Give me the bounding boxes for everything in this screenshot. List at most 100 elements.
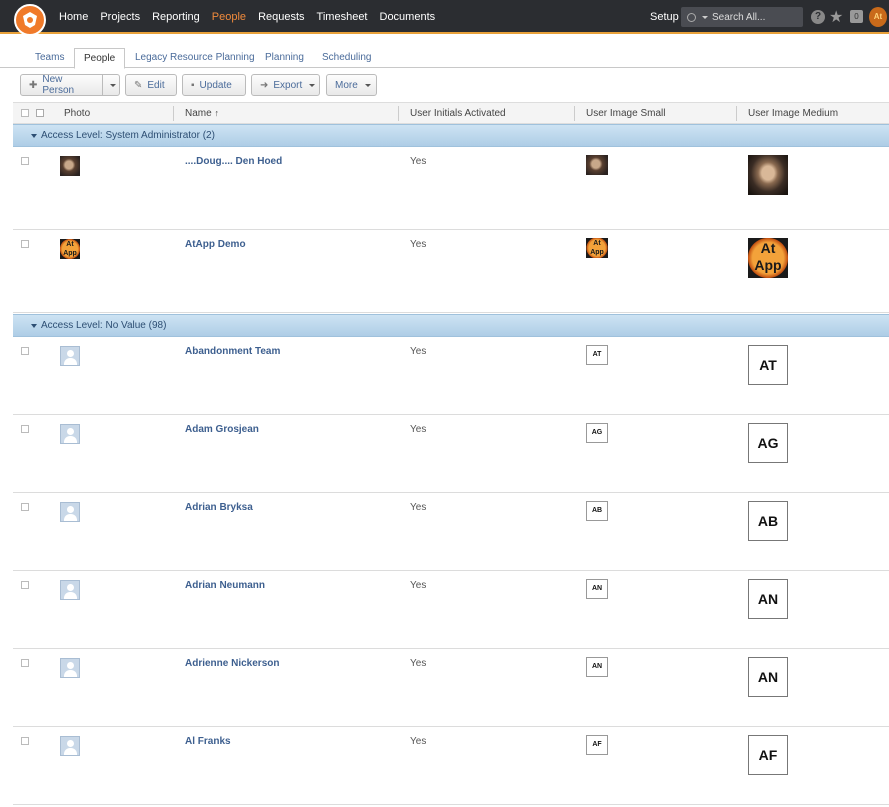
- table-row[interactable]: At App AtApp Demo Yes At App At App: [13, 230, 889, 313]
- nav-projects[interactable]: Projects: [100, 11, 140, 23]
- atapp-logo-icon: At App: [60, 239, 80, 259]
- person-name-link[interactable]: AtApp Demo: [185, 239, 246, 250]
- person-name-link[interactable]: Abandonment Team: [185, 346, 280, 357]
- avatar[interactable]: At: [869, 7, 887, 27]
- collapse-triangle-icon[interactable]: [31, 134, 37, 138]
- column-divider[interactable]: [574, 106, 575, 121]
- chevron-down-icon: [309, 83, 316, 87]
- search-input[interactable]: Search All...: [681, 7, 803, 27]
- person-name-link[interactable]: Al Franks: [185, 736, 231, 747]
- nav-timesheet[interactable]: Timesheet: [317, 11, 368, 23]
- toolbar: ✚ New Person ✎ Edit ▪ Update ➜ Export Mo…: [0, 72, 889, 98]
- user-image-small: AN: [586, 657, 608, 677]
- select-all-checkbox[interactable]: [21, 109, 29, 117]
- user-image-small: AF: [586, 735, 608, 755]
- person-name-link[interactable]: Adrian Neumann: [185, 580, 265, 591]
- user-image-medium: AB: [748, 501, 788, 541]
- column-header-photo[interactable]: Photo: [64, 103, 90, 124]
- edit-button[interactable]: ✎ Edit: [125, 74, 177, 96]
- table-row[interactable]: Adrian Bryksa Yes AB AB: [13, 493, 889, 571]
- selection-menu-icon[interactable]: [36, 109, 44, 117]
- row-checkbox[interactable]: [21, 503, 29, 511]
- tab-teams[interactable]: Teams: [26, 48, 73, 68]
- row-checkbox[interactable]: [21, 347, 29, 355]
- nav-people[interactable]: People: [212, 11, 246, 23]
- main-nav: Home Projects Reporting People Requests …: [59, 0, 447, 34]
- row-checkbox[interactable]: [21, 240, 29, 248]
- user-image-small: [586, 155, 608, 175]
- table-row[interactable]: Abandonment Team Yes AT AT: [13, 337, 889, 415]
- default-user-icon: [60, 424, 80, 444]
- table-row[interactable]: Adam Grosjean Yes AG AG: [13, 415, 889, 493]
- table-row[interactable]: Adrian Neumann Yes AN AN: [13, 571, 889, 649]
- user-image-medium: AN: [748, 579, 788, 619]
- initials-activated-value: Yes: [410, 502, 427, 513]
- user-image-small: AN: [586, 579, 608, 599]
- plus-icon: ✚: [29, 79, 38, 91]
- search-placeholder: Search All...: [712, 11, 766, 23]
- speech-bubble-icon: ▪: [191, 79, 195, 91]
- top-navigation-bar: Home Projects Reporting People Requests …: [0, 0, 889, 36]
- chevron-down-icon: [110, 83, 116, 87]
- tab-scheduling[interactable]: Scheduling: [313, 48, 380, 68]
- notification-badge[interactable]: 0: [850, 10, 863, 23]
- edit-label: Edit: [147, 79, 165, 91]
- collapse-triangle-icon[interactable]: [31, 324, 37, 328]
- chevron-down-icon: [702, 15, 708, 19]
- table-row[interactable]: Adrienne Nickerson Yes AN AN: [13, 649, 889, 727]
- user-image-medium: AN: [748, 657, 788, 697]
- row-checkbox[interactable]: [21, 425, 29, 433]
- nav-home[interactable]: Home: [59, 11, 88, 23]
- user-image-small: AB: [586, 501, 608, 521]
- column-divider[interactable]: [173, 106, 174, 121]
- column-header-image-medium[interactable]: User Image Medium: [748, 103, 838, 124]
- setup-link[interactable]: Setup: [650, 11, 679, 23]
- help-icon[interactable]: ?: [811, 10, 825, 24]
- default-user-icon: [60, 736, 80, 756]
- default-user-icon: [60, 502, 80, 522]
- group-label: Access Level: System Administrator (2): [41, 130, 215, 141]
- nav-requests[interactable]: Requests: [258, 11, 304, 23]
- user-image-small: AT: [586, 345, 608, 365]
- more-button[interactable]: More: [326, 74, 377, 96]
- nav-documents[interactable]: Documents: [380, 11, 436, 23]
- person-name-link[interactable]: Adam Grosjean: [185, 424, 259, 435]
- default-user-icon: [60, 346, 80, 366]
- new-person-button[interactable]: ✚ New Person: [20, 74, 103, 96]
- new-person-label: New Person: [42, 74, 75, 96]
- row-checkbox[interactable]: [21, 659, 29, 667]
- column-header-name-label: Name: [185, 108, 212, 119]
- group-header-no-value[interactable]: Access Level: No Value (98): [13, 314, 889, 337]
- user-image-medium: [748, 155, 788, 195]
- user-image-medium: AT: [748, 345, 788, 385]
- tab-people[interactable]: People: [74, 48, 126, 69]
- update-button[interactable]: ▪ Update: [182, 74, 246, 96]
- nav-reporting[interactable]: Reporting: [152, 11, 200, 23]
- new-person-dropdown-button[interactable]: [102, 74, 120, 96]
- row-checkbox[interactable]: [21, 737, 29, 745]
- person-name-link[interactable]: ....Doug.... Den Hoed: [185, 156, 282, 167]
- row-checkbox[interactable]: [21, 581, 29, 589]
- star-icon[interactable]: ★: [829, 7, 843, 27]
- initials-activated-value: Yes: [410, 239, 427, 250]
- table-row[interactable]: Al Franks Yes AF AF: [13, 727, 889, 805]
- update-label: Update: [199, 79, 232, 91]
- column-header-initials-activated[interactable]: User Initials Activated: [410, 103, 506, 124]
- group-header-system-administrator[interactable]: Access Level: System Administrator (2): [13, 124, 889, 147]
- grid-header: Photo Name ↑ User Initials Activated Use…: [13, 102, 889, 124]
- table-row[interactable]: ....Doug.... Den Hoed Yes: [13, 147, 889, 230]
- tab-legacy-resource-planning[interactable]: Legacy Resource Planning: [126, 48, 264, 68]
- person-name-link[interactable]: Adrienne Nickerson: [185, 658, 279, 669]
- row-checkbox[interactable]: [21, 157, 29, 165]
- column-header-image-small[interactable]: User Image Small: [586, 103, 665, 124]
- column-divider[interactable]: [736, 106, 737, 121]
- lion-logo-icon[interactable]: [14, 4, 46, 36]
- column-header-name[interactable]: Name ↑: [185, 103, 219, 124]
- export-button[interactable]: ➜ Export: [251, 74, 320, 96]
- user-photo: [60, 156, 80, 176]
- person-name-link[interactable]: Adrian Bryksa: [185, 502, 253, 513]
- user-image-small: AG: [586, 423, 608, 443]
- column-divider[interactable]: [398, 106, 399, 121]
- tab-planning[interactable]: Planning: [256, 48, 313, 68]
- more-label: More: [335, 79, 358, 91]
